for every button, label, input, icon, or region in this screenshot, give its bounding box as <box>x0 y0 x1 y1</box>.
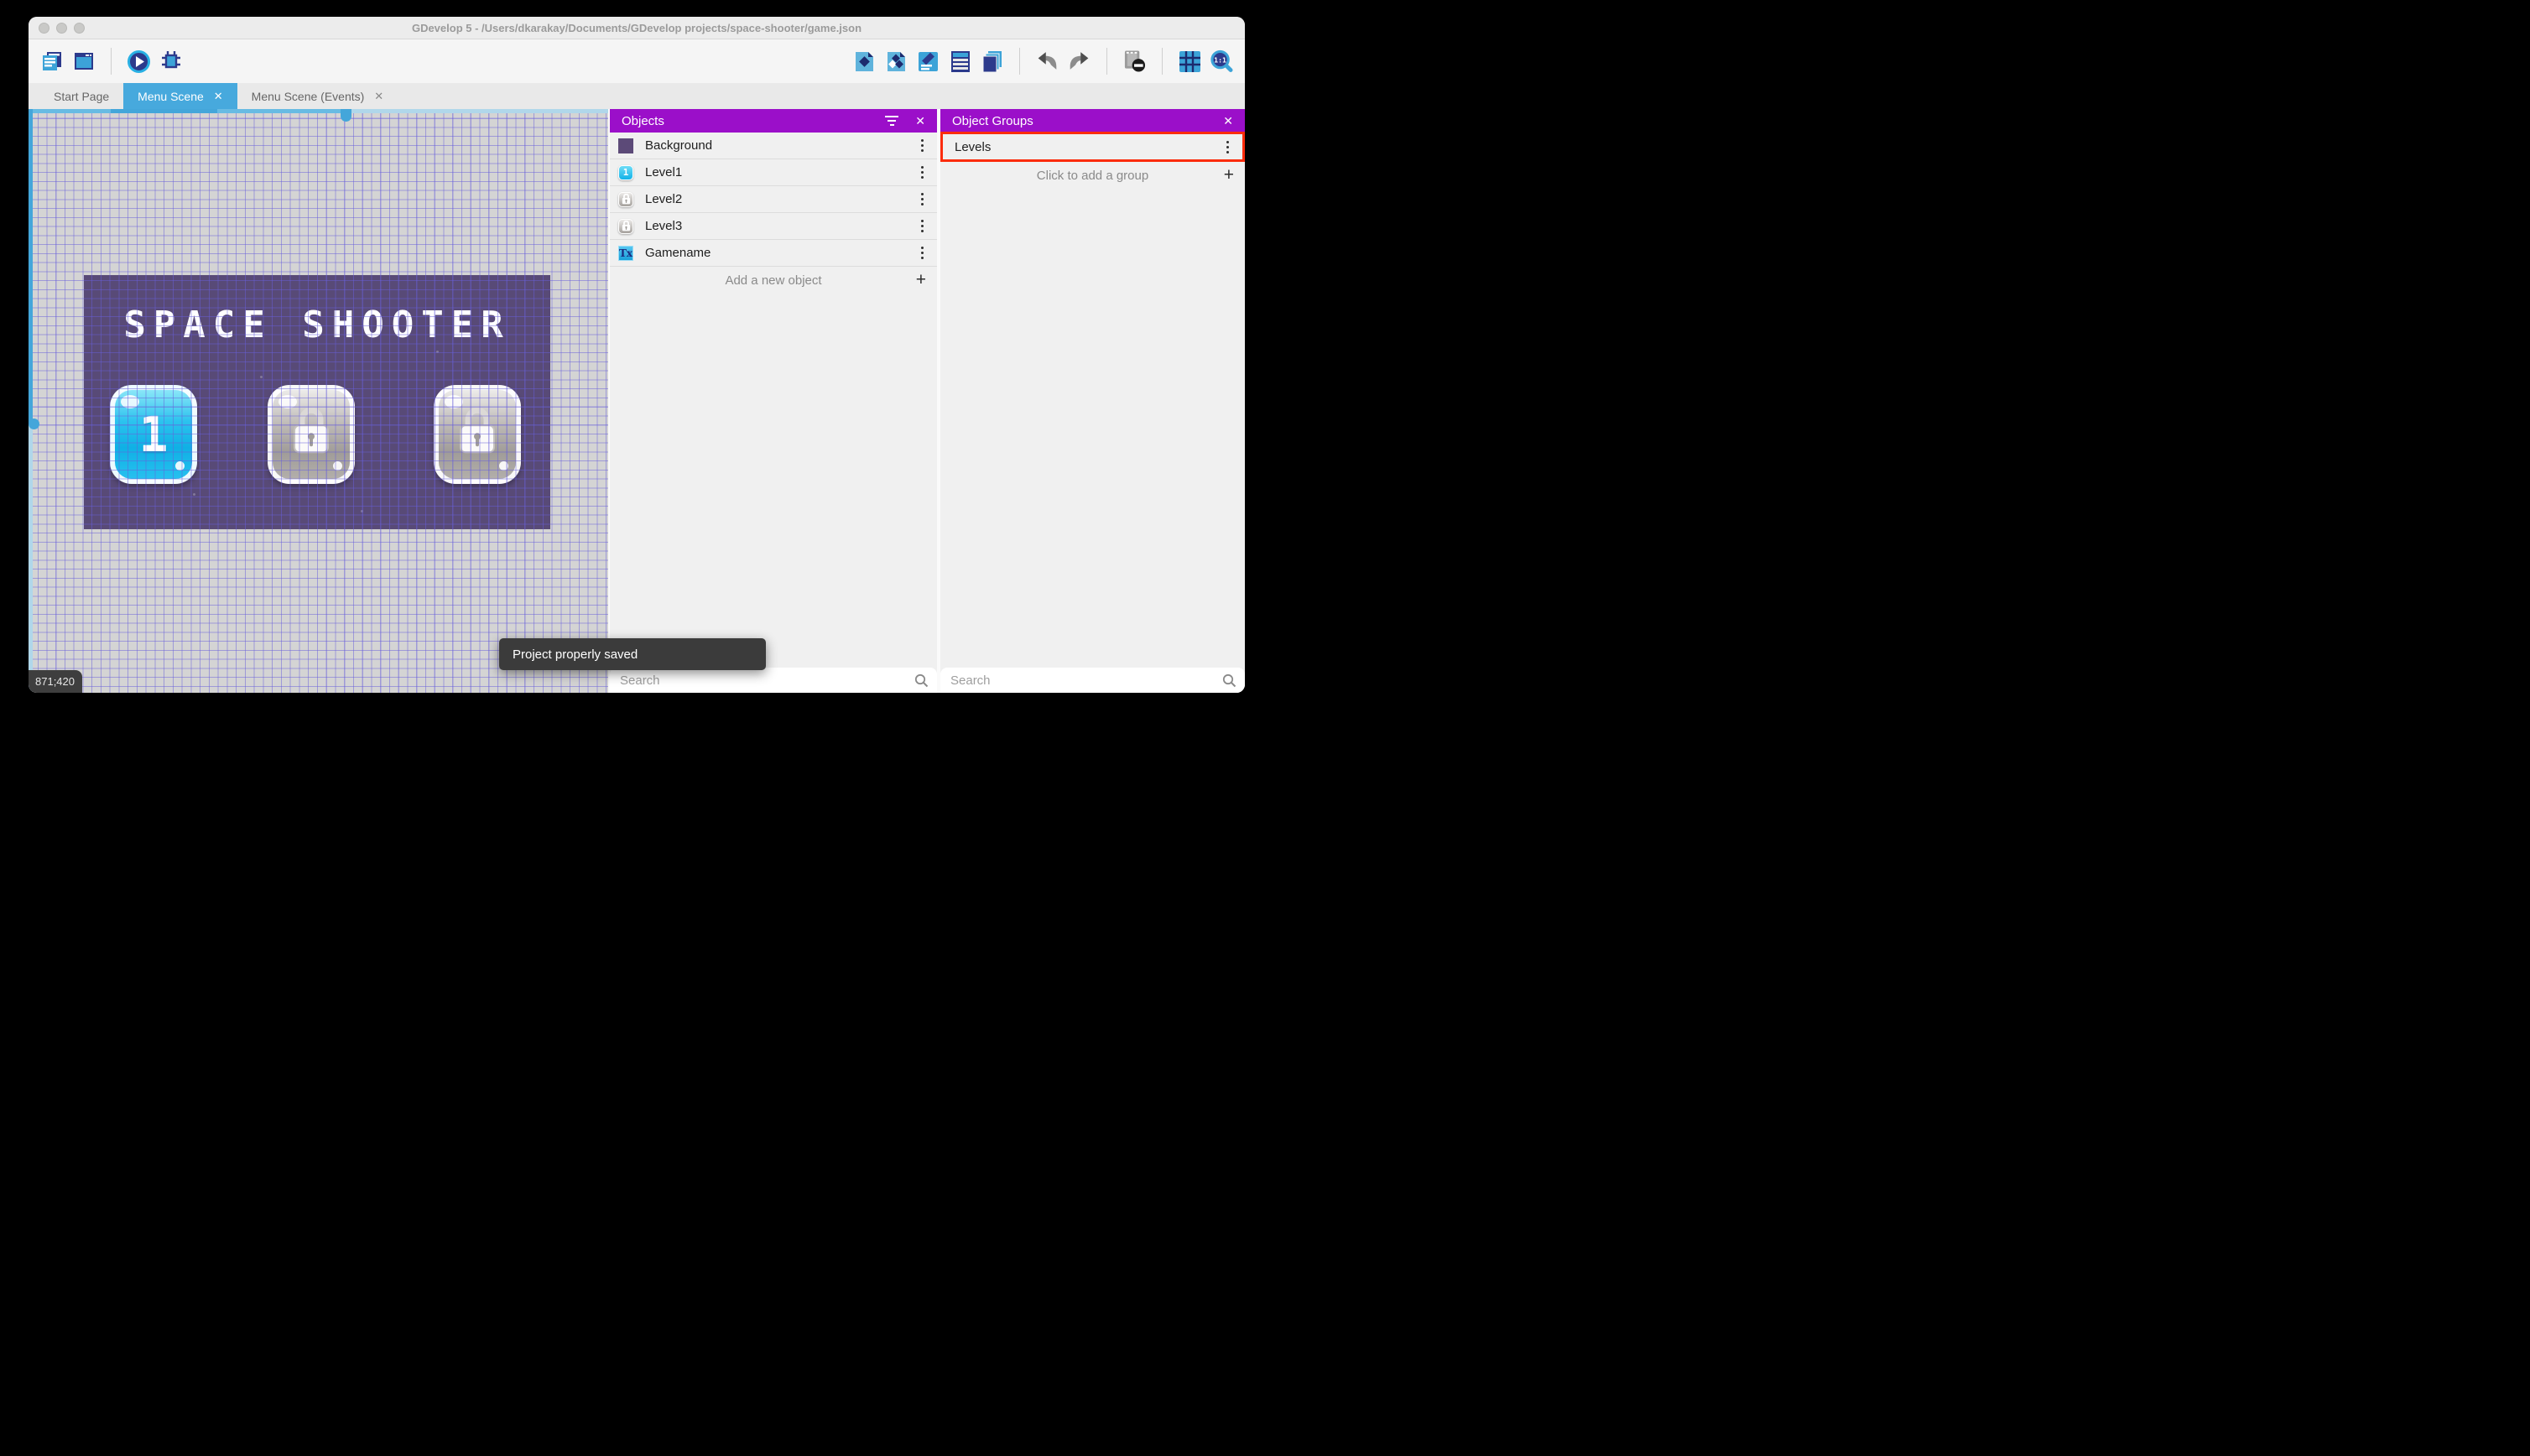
redo-icon[interactable] <box>1068 50 1091 73</box>
object-row-gamename[interactable]: Tx Gamename <box>610 240 937 267</box>
tab-bar: Start Page Menu Scene ✕ Menu Scene (Even… <box>29 83 1245 109</box>
zoom-window-button[interactable] <box>74 23 85 34</box>
save-toast: Project properly saved <box>499 638 766 670</box>
toggle-mask-icon[interactable] <box>1123 50 1146 73</box>
vertical-scrollbar[interactable] <box>29 109 39 693</box>
scene-origin-marker-y[interactable] <box>29 419 39 429</box>
toolbar-separator <box>1162 48 1163 75</box>
close-tab-icon[interactable]: ✕ <box>214 90 223 103</box>
toggle-grid-icon[interactable] <box>1179 50 1201 73</box>
object-row-level2[interactable]: Level2 <box>610 186 937 213</box>
undo-icon[interactable] <box>1036 50 1059 73</box>
toolbar-separator <box>1106 48 1107 75</box>
game-title-text-object[interactable]: SPACE SHOOTER <box>84 304 550 346</box>
lock-icon <box>292 407 331 459</box>
object-menu-icon[interactable] <box>918 216 927 236</box>
group-row-levels[interactable]: Levels <box>943 134 1242 159</box>
plus-icon: + <box>915 270 926 289</box>
level3-button-object[interactable] <box>434 385 521 484</box>
plus-icon: + <box>1223 165 1234 185</box>
groups-search-box <box>940 668 1245 693</box>
edit-object-groups-icon[interactable] <box>885 50 908 73</box>
edit-layers-icon[interactable] <box>981 50 1003 73</box>
close-tab-icon[interactable]: ✕ <box>374 90 383 103</box>
locked-button-thumbnail <box>618 191 633 207</box>
object-row-level3[interactable]: Level3 <box>610 213 937 240</box>
tab-start-page[interactable]: Start Page <box>39 83 123 109</box>
window-title: GDevelop 5 - /Users/dkarakay/Documents/G… <box>411 21 862 34</box>
close-panel-icon[interactable]: ✕ <box>915 114 925 128</box>
gdevelop-window: GDevelop 5 - /Users/dkarakay/Documents/G… <box>29 17 1245 693</box>
minimize-window-button[interactable] <box>56 23 67 34</box>
level1-button-object[interactable]: 1 <box>110 385 197 484</box>
filter-icon[interactable] <box>885 116 899 126</box>
add-group-button[interactable]: Click to add a group + <box>940 162 1245 189</box>
toolbar-separator <box>111 48 112 75</box>
background-thumbnail <box>618 138 633 153</box>
object-menu-icon[interactable] <box>918 163 927 182</box>
search-icon <box>1222 673 1236 687</box>
object-menu-icon[interactable] <box>918 243 927 263</box>
cursor-coordinates-badge: 871;420 <box>29 670 82 693</box>
toolbar-separator <box>1019 48 1020 75</box>
objects-panel-header: Objects ✕ <box>610 109 937 133</box>
objects-search-input[interactable] <box>620 673 914 688</box>
text-object-thumbnail: Tx <box>618 245 633 261</box>
object-menu-icon[interactable] <box>918 190 927 209</box>
level2-button-object[interactable] <box>268 385 355 484</box>
object-groups-panel-title: Object Groups <box>952 113 1033 128</box>
groups-search-input[interactable] <box>950 673 1222 688</box>
traffic-lights <box>39 23 85 34</box>
zoom-1-1-icon[interactable]: 1:1 <box>1210 49 1233 73</box>
debug-icon[interactable] <box>159 50 182 73</box>
edit-objects-icon[interactable] <box>853 50 876 73</box>
add-new-object-button[interactable]: Add a new object + <box>610 267 937 294</box>
horizontal-scrollbar[interactable] <box>29 109 608 122</box>
scene-background-object[interactable]: SPACE SHOOTER 1 <box>84 275 550 529</box>
edit-instances-list-icon[interactable] <box>949 50 971 73</box>
lock-icon <box>458 407 497 459</box>
object-menu-icon[interactable] <box>918 136 927 155</box>
project-manager-icon[interactable] <box>40 50 63 73</box>
search-icon <box>914 673 929 687</box>
scene-origin-marker-x[interactable] <box>341 109 351 122</box>
object-groups-panel: Object Groups ✕ Levels Click to add a gr… <box>940 109 1245 693</box>
tab-menu-scene-events[interactable]: Menu Scene (Events) ✕ <box>237 83 398 109</box>
edit-scene-properties-icon[interactable] <box>917 50 940 73</box>
objects-panel: Objects ✕ Background 1 Level1 Level2 Lev… <box>608 109 937 693</box>
tab-menu-scene[interactable]: Menu Scene ✕ <box>123 83 237 109</box>
scene-editor-canvas[interactable]: SPACE SHOOTER 1 871;420 <box>29 109 608 693</box>
group-menu-icon[interactable] <box>1223 138 1232 157</box>
zoom-label: 1:1 <box>1214 55 1226 64</box>
level-button-thumbnail: 1 <box>618 164 633 180</box>
object-row-background[interactable]: Background <box>610 133 937 159</box>
horizontal-scroll-thumb[interactable] <box>111 109 217 113</box>
objects-panel-title: Objects <box>622 113 664 128</box>
play-icon[interactable] <box>128 49 150 73</box>
close-panel-icon[interactable]: ✕ <box>1223 114 1233 128</box>
title-bar: GDevelop 5 - /Users/dkarakay/Documents/G… <box>29 17 1245 39</box>
object-groups-panel-header: Object Groups ✕ <box>940 109 1245 133</box>
locked-button-thumbnail <box>618 218 633 234</box>
highlight-annotation-box: Levels <box>940 132 1245 162</box>
close-window-button[interactable] <box>39 23 49 34</box>
main-toolbar: 1:1 <box>29 39 1245 83</box>
start-page-icon[interactable] <box>72 50 95 73</box>
object-row-level1[interactable]: 1 Level1 <box>610 159 937 186</box>
objects-search-box <box>610 668 937 693</box>
